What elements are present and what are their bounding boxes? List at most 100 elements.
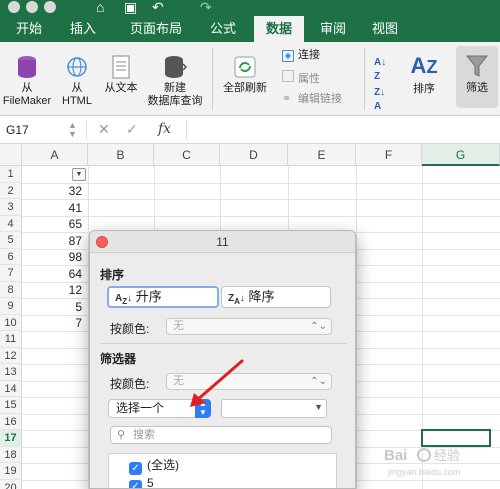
insert-function-icon[interactable]: fx xyxy=(158,121,171,137)
cell-a9[interactable]: 5 xyxy=(28,299,86,315)
from-html-button[interactable]: 从 HTML xyxy=(56,54,98,108)
ribbon-tab-bar: 开始 插入 页面布局 公式 数据 审阅 视图 xyxy=(0,16,500,42)
row-header-3[interactable]: 3 xyxy=(0,199,22,216)
watermark-logo: Bai 经验 jingyan.baidu.com xyxy=(378,442,496,482)
column-header-g[interactable]: G xyxy=(422,144,500,166)
row-header-20[interactable]: 20 xyxy=(0,479,22,489)
cell-a4[interactable]: 65 xyxy=(28,216,86,232)
globe-icon xyxy=(67,57,87,77)
chevron-down-icon: ▼ xyxy=(314,402,323,412)
window-minimize-button[interactable] xyxy=(26,1,38,13)
cell-a6[interactable]: 98 xyxy=(28,249,86,265)
tab-formulas[interactable]: 公式 xyxy=(200,16,246,42)
cell-a5[interactable]: 87 xyxy=(28,233,86,249)
cell-a10[interactable]: 7 xyxy=(28,315,86,331)
title-bar: ⌂ ▣ ↶ ↷ xyxy=(0,0,500,16)
column-header-a[interactable]: A xyxy=(22,144,88,166)
edit-links-label: 编辑链接 xyxy=(298,93,342,105)
row-header-8[interactable]: 8 xyxy=(0,281,22,298)
chevron-updown-icon: ⌃⌄ xyxy=(310,321,327,332)
cell-a3[interactable]: 41 xyxy=(28,200,86,216)
row-header-7[interactable]: 7 xyxy=(0,265,22,282)
row-header-2[interactable]: 2 xyxy=(0,182,22,199)
divider xyxy=(100,343,347,344)
tab-data[interactable]: 数据 xyxy=(254,16,304,42)
gridline xyxy=(356,166,357,489)
row-header-13[interactable]: 13 xyxy=(0,364,22,381)
dialog-title: 11 xyxy=(90,231,355,253)
dialog-close-button[interactable] xyxy=(96,236,108,248)
row-header-4[interactable]: 4 xyxy=(0,215,22,232)
autofilter-dropdown-icon[interactable]: ▼ xyxy=(72,168,86,181)
column-header-e[interactable]: E xyxy=(288,144,356,166)
properties-label: 属性 xyxy=(298,73,320,85)
row-header-18[interactable]: 18 xyxy=(0,446,22,463)
connections-button[interactable]: ◆ 连接 xyxy=(282,48,320,62)
tab-review[interactable]: 审阅 xyxy=(310,16,356,42)
sort-button[interactable]: AZ 排序 xyxy=(404,52,444,96)
sort-descending-label: 降序 xyxy=(248,289,275,304)
checkbox-checked-icon[interactable]: ✓ xyxy=(129,480,142,488)
formula-input[interactable] xyxy=(186,120,498,140)
new-database-query-button[interactable]: 新建 数据库查询 xyxy=(144,54,206,108)
checkbox-checked-icon[interactable]: ✓ xyxy=(129,462,142,475)
row-header-11[interactable]: 11 xyxy=(0,331,22,348)
column-header-c[interactable]: C xyxy=(154,144,220,166)
window-zoom-button[interactable] xyxy=(44,1,56,13)
column-header-f[interactable]: F xyxy=(356,144,422,166)
link-icon: ⚭ xyxy=(282,93,292,105)
sort-ascending-button[interactable]: AZ↓ 升序 xyxy=(107,286,219,308)
name-box-stepper-icon[interactable]: ▲ ▼ xyxy=(68,121,77,139)
row-header-9[interactable]: 9 xyxy=(0,298,22,315)
divider xyxy=(86,120,87,140)
from-filemaker-button[interactable]: 从 FileMaker xyxy=(2,54,52,108)
row-header-12[interactable]: 12 xyxy=(0,347,22,364)
filter-button[interactable]: 筛选 xyxy=(456,46,498,108)
refresh-all-button[interactable]: 全部刷新 xyxy=(218,54,272,95)
column-header-d[interactable]: D xyxy=(220,144,288,166)
edit-links-button[interactable]: ⚭ 编辑链接 xyxy=(282,92,342,106)
row-header-10[interactable]: 10 xyxy=(0,314,22,331)
cell-a2[interactable]: 32 xyxy=(28,183,86,199)
from-text-button[interactable]: 从文本 xyxy=(100,54,142,95)
sort-descending-small-button[interactable]: Z↓ A xyxy=(374,86,385,114)
row-header-1[interactable]: 1 xyxy=(0,166,22,183)
tab-insert[interactable]: 插入 xyxy=(60,16,106,42)
sort-descending-button[interactable]: ZA↓ 降序 xyxy=(221,286,331,308)
list-item-label: 5 xyxy=(147,476,154,489)
row-header-6[interactable]: 6 xyxy=(0,248,22,265)
chevron-updown-icon: ⌃⌄ xyxy=(310,376,327,387)
redo-icon[interactable]: ↷ xyxy=(200,0,212,14)
confirm-check-icon[interactable]: ✓ xyxy=(126,121,138,138)
home-icon[interactable]: ⌂ xyxy=(96,0,104,14)
sort-ascending-small-button[interactable]: A↓ Z xyxy=(374,56,386,84)
filter-heading: 筛选器 xyxy=(100,352,137,366)
select-all-corner[interactable] xyxy=(0,144,22,166)
properties-button[interactable]: 属性 xyxy=(282,70,320,86)
from-text-label: 从文本 xyxy=(104,82,138,94)
column-header-b[interactable]: B xyxy=(88,144,154,166)
list-item-5[interactable]: ✓ 5 xyxy=(129,475,154,489)
undo-icon[interactable]: ↶ xyxy=(152,0,164,14)
tab-home[interactable]: 开始 xyxy=(6,16,52,42)
row-header-15[interactable]: 15 xyxy=(0,397,22,414)
cancel-x-icon[interactable]: ✕ xyxy=(98,121,110,138)
row-header-19[interactable]: 19 xyxy=(0,463,22,480)
tab-view[interactable]: 视图 xyxy=(362,16,408,42)
cell-a7[interactable]: 64 xyxy=(28,266,86,282)
row-header-16[interactable]: 16 xyxy=(0,413,22,430)
filter-values-list[interactable]: ✓ (全选) ✓ 5 xyxy=(108,453,337,489)
search-field[interactable]: ⚲ 搜索 xyxy=(110,426,332,444)
window-close-button[interactable] xyxy=(8,1,20,13)
row-header-5[interactable]: 5 xyxy=(0,232,22,249)
row-header-17[interactable]: 17 xyxy=(0,430,22,447)
cell-a8[interactable]: 12 xyxy=(28,282,86,298)
tab-page-layout[interactable]: 页面布局 xyxy=(118,16,194,42)
save-icon[interactable]: ▣ xyxy=(124,0,137,14)
list-item-select-all[interactable]: ✓ (全选) xyxy=(129,457,179,475)
sort-by-color-select[interactable]: 无 ⌃⌄ xyxy=(166,318,332,335)
row-header-14[interactable]: 14 xyxy=(0,380,22,397)
connections-icon: ◆ xyxy=(282,50,294,62)
sort-az-icon: AZ↓ xyxy=(115,293,133,306)
ribbon-data: 从 FileMaker 从 HTML 从文本 新建 数据库查询 全部刷新 ◆ 连… xyxy=(0,42,500,116)
